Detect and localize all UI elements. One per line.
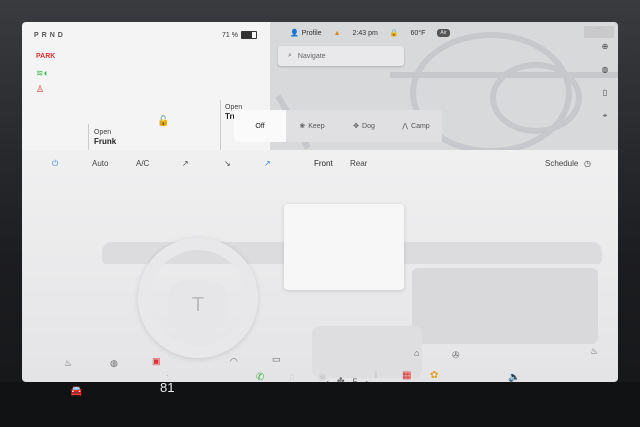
charger-icon[interactable]: ▯ xyxy=(603,88,607,97)
taskbar xyxy=(0,382,640,427)
airflow-face-icon[interactable]: ↗ xyxy=(182,159,189,168)
center-display-graphic xyxy=(284,204,404,290)
media-icon[interactable]: ◉ xyxy=(318,372,327,383)
more-apps-icon[interactable]: ··· xyxy=(346,372,356,383)
cabin-temp-control[interactable]: ⌃ 81 xyxy=(160,374,174,397)
trunk-divider xyxy=(220,100,221,150)
seat-heater-left-icon[interactable]: ♨ xyxy=(64,358,72,369)
battery-fill xyxy=(241,32,252,38)
seat-heater-right-icon[interactable]: ♨ xyxy=(590,346,598,357)
profile-button[interactable]: 👤 Profile xyxy=(290,29,322,38)
search-icon: ⌕ xyxy=(288,52,292,59)
park-indicator: PARK xyxy=(36,53,56,60)
climate-controls-bar: ⏻ Auto A/C ↗ ↘ ↗ Front Rear Schedule ◷ xyxy=(22,150,618,178)
frunk-line2: Frunk xyxy=(94,137,117,146)
status-pill: Air xyxy=(437,29,450,37)
rear-tab[interactable]: Rear xyxy=(350,159,367,168)
info-icon[interactable]: ℹ xyxy=(374,370,378,381)
seat-heat-icon[interactable]: ▣ xyxy=(152,356,161,367)
temp-chevron-up-icon[interactable]: ⌃ xyxy=(160,374,174,379)
profile-label: Profile xyxy=(301,29,322,37)
frunk-divider xyxy=(88,124,89,150)
map-layers-icon[interactable]: ◍ xyxy=(602,65,609,74)
steering-hub: T xyxy=(168,280,228,330)
person-icon: 👤 xyxy=(290,30,299,37)
volume-icon[interactable]: 🔈 xyxy=(508,372,520,383)
unlock-icon[interactable]: 🔓 xyxy=(157,116,169,127)
recirculate-icon[interactable]: ⌂ xyxy=(414,348,419,358)
phone-icon[interactable]: ✆ xyxy=(256,372,264,383)
fan-icon: ❀ xyxy=(299,123,306,130)
mode-camp-label: Camp xyxy=(411,122,430,130)
status-bar: 👤 Profile ▲ 2:43 pm 🔒 60°F Air xyxy=(270,22,618,44)
map-road xyxy=(390,72,618,78)
seatbelt-warning-icon: ♙ xyxy=(36,84,45,94)
climate-panel: ⏻ Auto A/C ↗ ↘ ↗ Front Rear Schedule ◷ T… xyxy=(22,150,618,382)
mode-keep-label: Keep xyxy=(308,122,325,130)
clock: 2:43 pm xyxy=(352,29,378,37)
battery-icon xyxy=(240,31,257,39)
mode-camp[interactable]: ⋀ Camp xyxy=(390,110,442,142)
mode-off[interactable]: Off xyxy=(234,110,286,142)
vehicle-status-panel: PRND 71 % PARK ≋◐ ♙ Open Frunk 🔓 Open Tr… xyxy=(22,22,270,150)
defrost-rear-icon[interactable]: ▭ xyxy=(272,354,281,365)
calendar-icon[interactable]: ▦ xyxy=(402,370,411,381)
search-placeholder: Navigate xyxy=(297,52,326,60)
battery-indicator: 71 % xyxy=(222,31,257,39)
ac-button[interactable]: A/C xyxy=(136,159,149,168)
front-tab[interactable]: Front xyxy=(314,159,333,168)
gear-selector[interactable]: PRND xyxy=(34,32,66,39)
passenger-dash xyxy=(412,268,598,344)
location-icon[interactable]: ⌖ xyxy=(603,111,608,121)
defrost-front-icon[interactable]: ◠ xyxy=(230,356,238,367)
battery-percent: 71 % xyxy=(222,31,238,39)
mode-off-label: Off xyxy=(255,122,265,130)
outside-temp: 60°F xyxy=(410,29,426,37)
open-frunk-button[interactable]: Open Frunk xyxy=(94,128,116,147)
mode-keep[interactable]: ❀ Keep xyxy=(286,110,338,142)
headlights-icon: ≋◐ xyxy=(36,68,49,78)
airflow-feet-icon[interactable]: ↘ xyxy=(224,159,231,168)
lock-status-icon: 🔒 xyxy=(389,30,399,37)
mode-dog[interactable]: ✥ Dog xyxy=(338,110,390,142)
power-icon[interactable]: ⏻ xyxy=(52,159,58,169)
map-controls: ⊕ ◍ ▯ ⌖ xyxy=(596,42,614,121)
cabin-temp: 81 xyxy=(160,380,175,395)
navigate-search[interactable]: ⌕ Navigate xyxy=(278,46,404,66)
climate-keeper-modes: Off ❀ Keep ✥ Dog ⋀ Camp xyxy=(234,110,442,142)
fresh-air-icon[interactable]: ✇ xyxy=(452,350,460,361)
music-icon[interactable]: ♫ xyxy=(288,372,296,383)
steering-heat-icon[interactable]: ◍ xyxy=(110,358,118,369)
mode-dog-label: Dog xyxy=(362,122,375,130)
arcade-icon[interactable]: ✿ xyxy=(430,370,438,381)
tent-icon: ⋀ xyxy=(402,123,409,130)
schedule-button[interactable]: Schedule xyxy=(545,159,578,168)
car-icon[interactable]: 🚘 xyxy=(70,386,82,397)
touchscreen: PRND 71 % PARK ≋◐ ♙ Open Frunk 🔓 Open Tr… xyxy=(22,22,618,382)
airflow-windshield-icon[interactable]: ↗ xyxy=(264,159,271,168)
auto-button[interactable]: Auto xyxy=(92,159,108,168)
frunk-line1: Open xyxy=(94,129,112,136)
clock-icon[interactable]: ◷ xyxy=(584,159,591,168)
dog-icon: ✥ xyxy=(353,123,360,130)
alert-icon[interactable]: ▲ xyxy=(334,30,341,37)
